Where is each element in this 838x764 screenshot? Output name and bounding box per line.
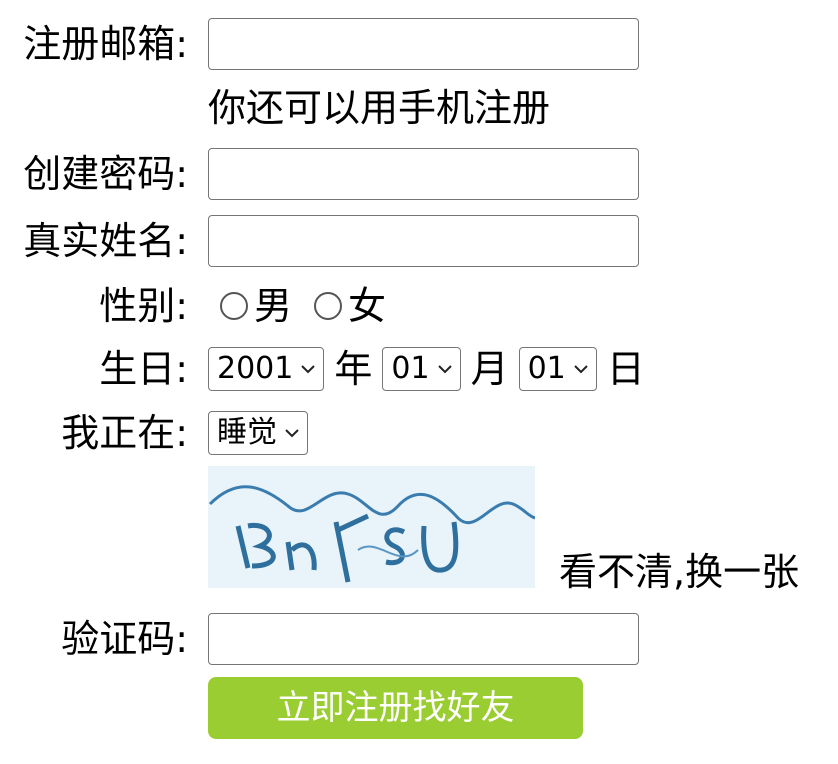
- verify-label: 验证码:: [61, 617, 188, 661]
- birth-day-select[interactable]: 01: [518, 347, 597, 391]
- password-row: 创建密码:: [0, 148, 838, 200]
- gender-male-option[interactable]: 男: [220, 284, 292, 328]
- status-select[interactable]: 睡觉: [208, 411, 308, 455]
- month-unit: 月: [470, 347, 509, 391]
- refresh-captcha-link[interactable]: 看不清,换一张: [559, 550, 799, 594]
- status-field-wrap: 睡觉: [208, 411, 308, 455]
- phone-register-hint[interactable]: 你还可以用手机注册: [208, 86, 550, 130]
- chevron-down-icon: [301, 365, 316, 374]
- birthday-label: 生日:: [99, 347, 188, 391]
- birth-month-value: 01: [391, 351, 430, 386]
- password-label: 创建密码:: [23, 152, 188, 196]
- email-field-wrap: [208, 18, 639, 70]
- gender-row: 性别: 男 女: [0, 284, 838, 328]
- realname-input[interactable]: [208, 215, 639, 267]
- email-label: 注册邮箱:: [23, 22, 188, 66]
- birthday-row: 生日: 2001 年 01 月 01 日: [0, 347, 838, 391]
- gender-male-label: 男: [254, 284, 293, 328]
- birthday-selects: 2001 年 01 月 01 日: [208, 347, 655, 391]
- gender-female-label: 女: [348, 284, 387, 328]
- status-row: 我正在: 睡觉: [0, 411, 838, 455]
- female-radio-icon[interactable]: [314, 292, 343, 320]
- realname-label: 真实姓名:: [23, 219, 188, 263]
- gender-options: 男 女: [220, 284, 408, 328]
- password-input[interactable]: [208, 148, 639, 200]
- chevron-down-icon: [285, 429, 299, 438]
- realname-field-wrap: [208, 215, 639, 267]
- year-unit: 年: [334, 347, 373, 391]
- registration-form: 注册邮箱: 你还可以用手机注册 创建密码: 真实姓名: 性别: 男 女 生日: …: [0, 0, 838, 764]
- birth-year-select[interactable]: 2001: [208, 347, 325, 391]
- realname-row: 真实姓名:: [0, 215, 838, 267]
- captcha-image[interactable]: [208, 466, 535, 588]
- email-row: 注册邮箱:: [0, 18, 838, 70]
- male-radio-icon[interactable]: [220, 292, 248, 320]
- birth-day-value: 01: [527, 351, 566, 386]
- password-field-wrap: [208, 148, 639, 200]
- verify-row: 验证码:: [0, 613, 838, 665]
- captcha-row: 看不清,换一张: [208, 466, 799, 594]
- gender-label: 性别:: [99, 284, 188, 328]
- birth-month-select[interactable]: 01: [382, 347, 461, 391]
- gender-female-option[interactable]: 女: [314, 284, 386, 328]
- verify-code-input[interactable]: [208, 613, 639, 665]
- email-input[interactable]: [208, 18, 639, 70]
- register-submit-button[interactable]: 立即注册找好友: [208, 677, 583, 739]
- chevron-down-icon: [437, 365, 452, 374]
- status-label: 我正在:: [61, 411, 188, 455]
- chevron-down-icon: [574, 365, 588, 374]
- status-value: 睡觉: [217, 415, 277, 450]
- day-unit: 日: [606, 347, 645, 391]
- birth-year-value: 2001: [217, 351, 294, 386]
- verify-field-wrap: [208, 613, 639, 665]
